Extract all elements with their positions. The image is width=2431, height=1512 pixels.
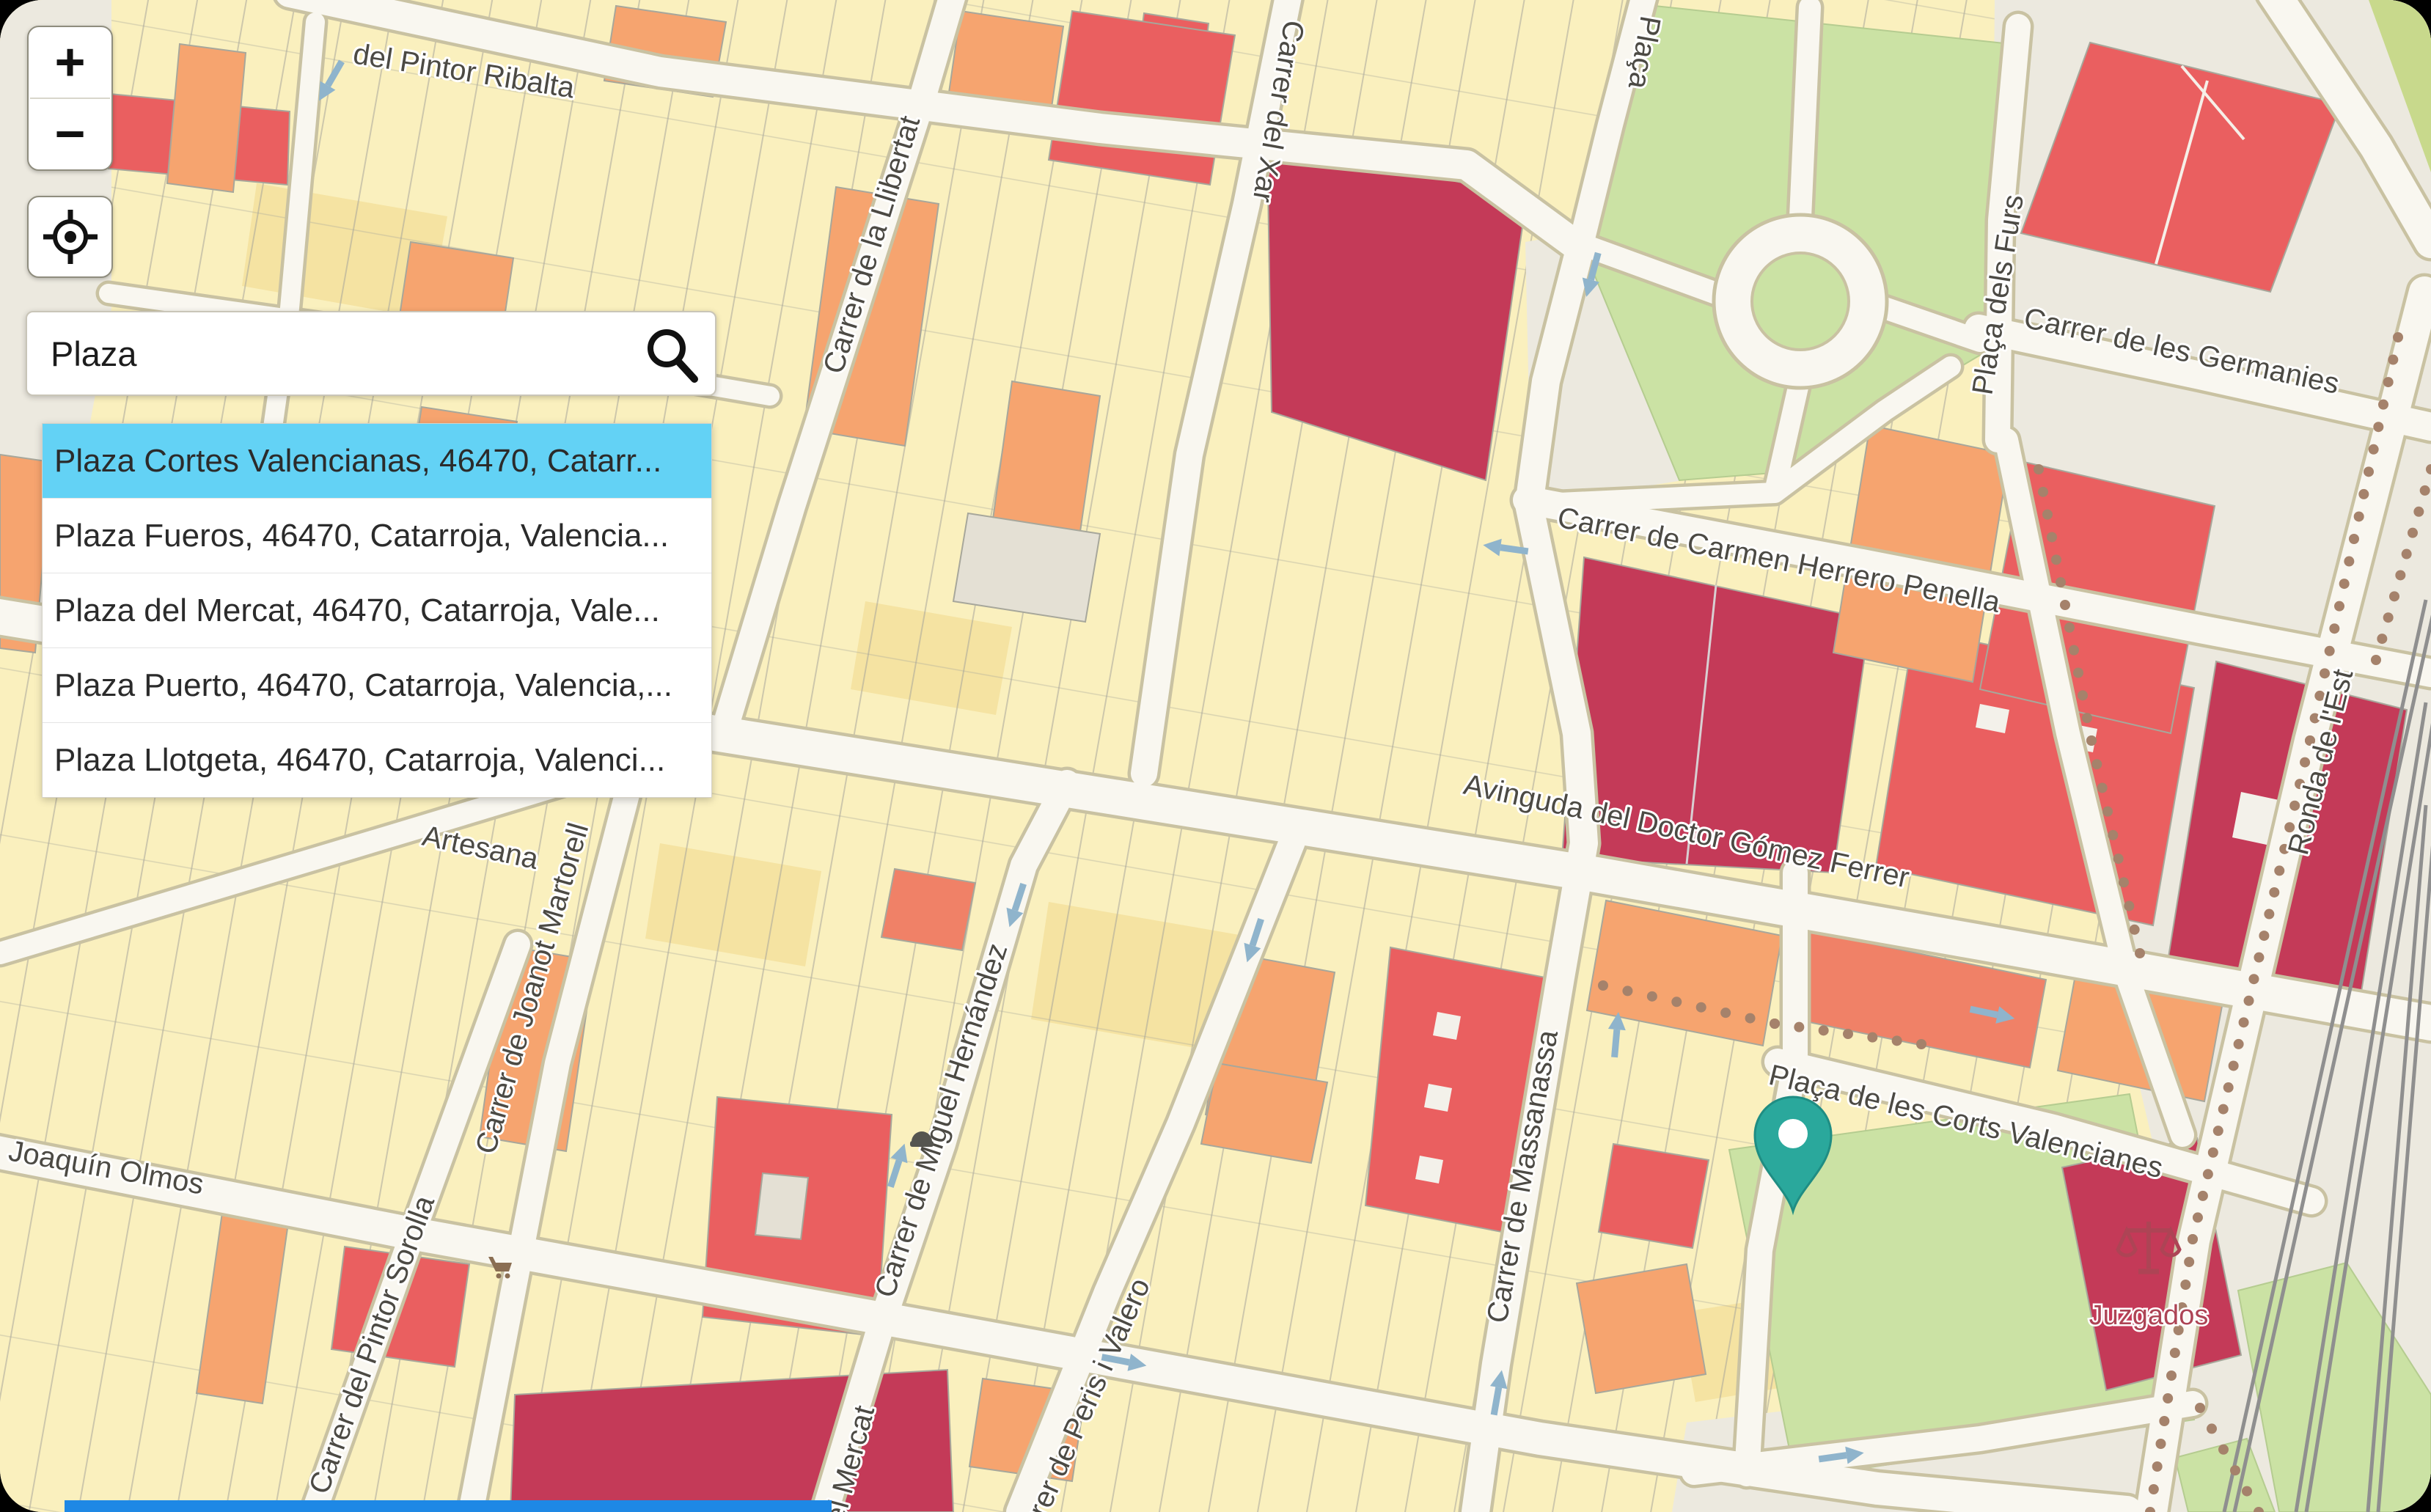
- zoom-in-button[interactable]: +: [29, 27, 111, 98]
- search-icon[interactable]: [639, 320, 705, 386]
- bottom-blue-bar: [65, 1500, 832, 1512]
- courthouse-label: Juzgados: [2089, 1300, 2209, 1331]
- zoom-control: + −: [27, 26, 113, 171]
- map-app-window: del Pintor RibaltaCarrer de la Llibertat…: [0, 0, 2431, 1512]
- search-box: [26, 311, 716, 396]
- search-result-item[interactable]: Plaza Fueros, 46470, Catarroja, Valencia…: [43, 499, 711, 573]
- zoom-out-button[interactable]: −: [29, 99, 111, 169]
- locate-button[interactable]: [27, 196, 113, 278]
- search-input[interactable]: [27, 334, 639, 374]
- search-result-item[interactable]: Plaza del Mercat, 46470, Catarroja, Vale…: [43, 573, 711, 648]
- crosshair-icon: [42, 208, 99, 265]
- search-result-item[interactable]: Plaza Llotgeta, 46470, Catarroja, Valenc…: [43, 723, 711, 797]
- search-result-item[interactable]: Plaza Puerto, 46470, Catarroja, Valencia…: [43, 648, 711, 723]
- search-result-item[interactable]: Plaza Cortes Valencianas, 46470, Catarr.…: [43, 424, 711, 499]
- search-results-dropdown: Plaza Cortes Valencianas, 46470, Catarr.…: [42, 423, 712, 798]
